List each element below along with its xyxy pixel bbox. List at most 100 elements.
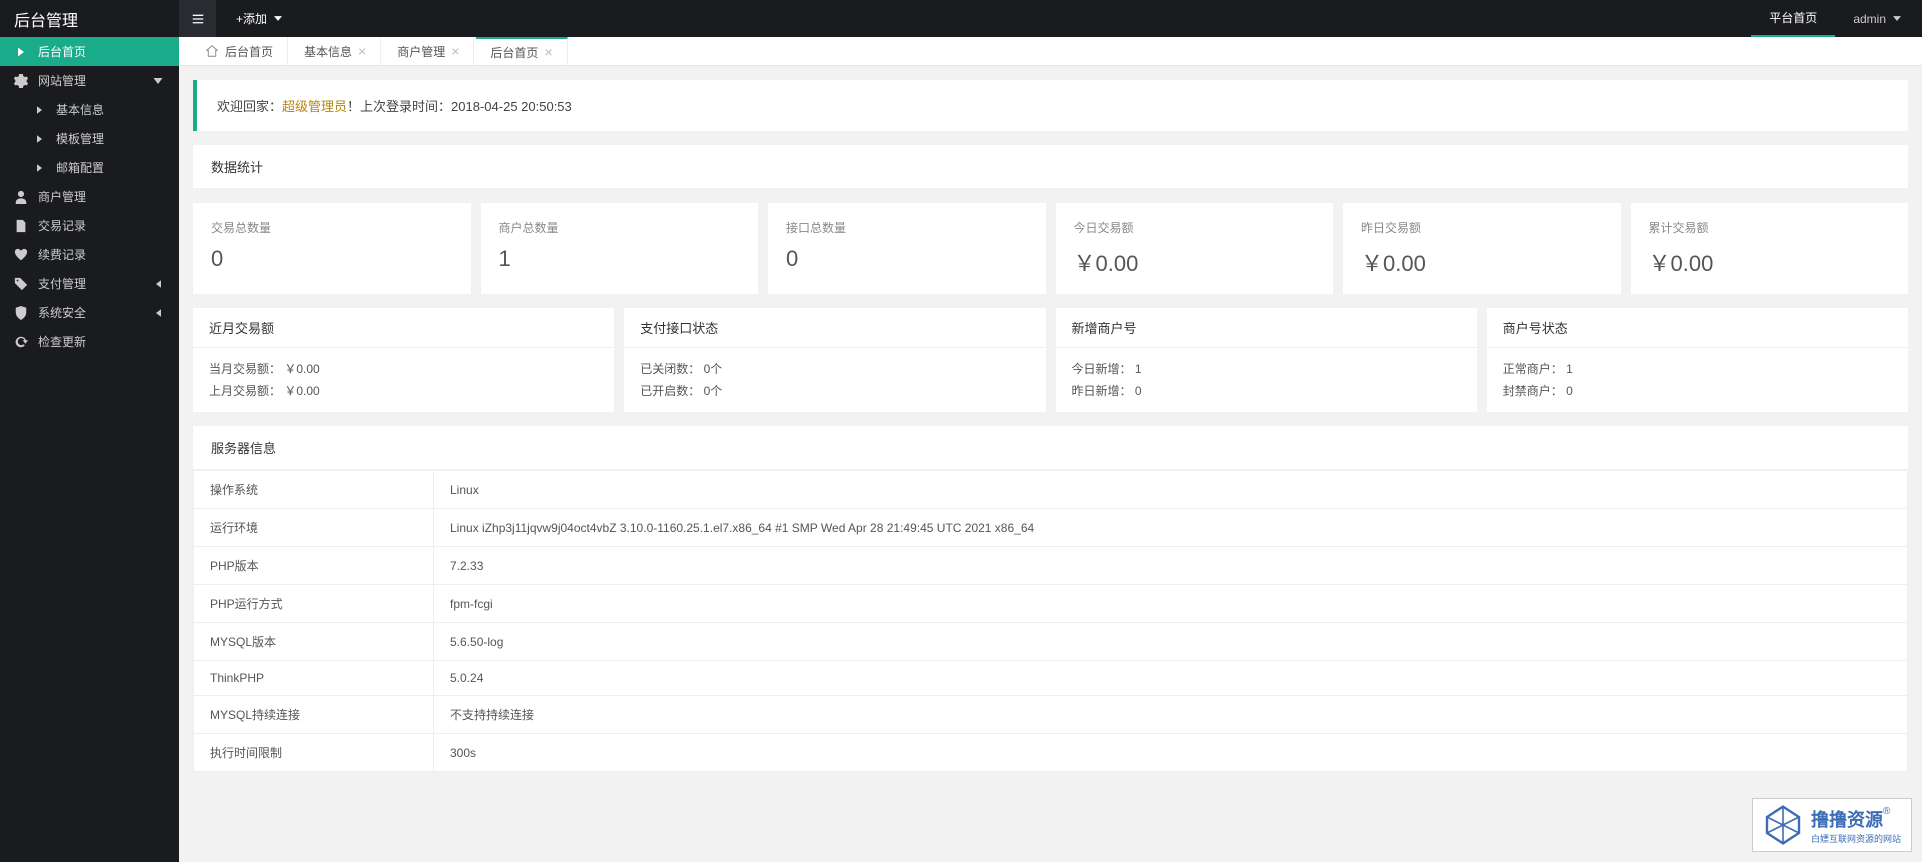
refresh-icon — [14, 335, 28, 349]
tab-basic[interactable]: 基本信息 × — [290, 37, 381, 65]
info-line: 正常商户： 1 — [1503, 358, 1892, 380]
sidebar-item-label: 检查更新 — [38, 333, 86, 350]
sidebar-item-label: 基本信息 — [56, 101, 104, 118]
stat-api-count: 接口总数量 0 — [768, 203, 1046, 294]
home-icon — [205, 44, 219, 58]
hamburger-icon — [191, 12, 205, 26]
tab-home[interactable]: 后台首页 — [191, 37, 288, 65]
server-value: Linux — [434, 471, 1908, 509]
gear-icon — [14, 74, 28, 88]
sidebar-item-security[interactable]: 系统安全 — [0, 298, 179, 327]
sidebar-item-renewal[interactable]: 续费记录 — [0, 240, 179, 269]
sidebar-item-label: 系统安全 — [38, 304, 86, 321]
sidebar-item-template[interactable]: 模板管理 — [18, 124, 179, 153]
caret-down-icon — [271, 12, 285, 26]
sidebar-item-label: 后台首页 — [38, 43, 86, 60]
info-api-status: 支付接口状态 已关闭数： 0个 已开启数： 0个 — [624, 308, 1045, 412]
sidebar-item-label: 支付管理 — [38, 275, 86, 292]
stat-yesterday-amount: 昨日交易额 ￥0.00 — [1343, 203, 1621, 294]
tab-label: 基本信息 — [304, 43, 352, 60]
stat-value: 1 — [499, 246, 741, 272]
welcome-prefix: 欢迎回家： — [217, 99, 282, 114]
sidebar-item-transaction[interactable]: 交易记录 — [0, 211, 179, 240]
stat-value: ￥0.00 — [1074, 246, 1316, 278]
server-key: PHP版本 — [194, 547, 434, 585]
stat-label: 累计交易额 — [1649, 219, 1891, 236]
page: 欢迎回家：超级管理员！上次登录时间：2018-04-25 20:50:53 数据… — [179, 66, 1922, 800]
stat-merchant-count: 商户总数量 1 — [481, 203, 759, 294]
server-header: 服务器信息 — [193, 426, 1908, 470]
stat-value: 0 — [211, 246, 453, 272]
sidebar-item-home[interactable]: 后台首页 — [0, 37, 179, 66]
info-monthly: 近月交易额 当月交易额： ￥0.00 上月交易额： ￥0.00 — [193, 308, 614, 412]
welcome-suffix: ！上次登录时间： — [347, 99, 451, 114]
table-row: MYSQL持续连接不支持持续连接 — [194, 696, 1908, 734]
tab-home-2[interactable]: 后台首页 × — [476, 37, 567, 65]
sidebar-item-update[interactable]: 检查更新 — [0, 327, 179, 356]
user-icon — [14, 190, 28, 204]
sidebar-item-merchant[interactable]: 商户管理 — [0, 182, 179, 211]
sidebar-item-label: 商户管理 — [38, 188, 86, 205]
sidebar-item-site[interactable]: 网站管理 — [0, 66, 179, 95]
server-key: 操作系统 — [194, 471, 434, 509]
stat-value: 0 — [786, 246, 1028, 272]
caret-down-icon — [1890, 12, 1904, 26]
server-key: MYSQL持续连接 — [194, 696, 434, 734]
layout: 后台首页 网站管理 基本信息 模板管理 邮箱配置 — [0, 37, 1922, 862]
info-line: 已关闭数： 0个 — [640, 358, 1029, 380]
server-value: 不支持持续连接 — [434, 696, 1908, 734]
chevron-left-icon — [151, 306, 165, 320]
tag-icon — [14, 277, 28, 291]
chevron-right-icon — [32, 161, 46, 175]
platform-home-link[interactable]: 平台首页 — [1751, 0, 1835, 37]
sidebar-item-payment[interactable]: 支付管理 — [0, 269, 179, 298]
sidebar-item-label: 交易记录 — [38, 217, 86, 234]
server-table: 操作系统Linux运行环境Linux iZhp3j11jqvw9j04oct4v… — [193, 470, 1908, 772]
info-line: 今日新增： 1 — [1072, 358, 1461, 380]
sidebar-item-basic[interactable]: 基本信息 — [18, 95, 179, 124]
server-key: MYSQL版本 — [194, 623, 434, 661]
server-info-card: 服务器信息 操作系统Linux运行环境Linux iZhp3j11jqvw9j0… — [193, 426, 1908, 772]
stat-today-amount: 今日交易额 ￥0.00 — [1056, 203, 1334, 294]
close-icon[interactable]: × — [544, 44, 552, 60]
table-row: MYSQL版本5.6.50-log — [194, 623, 1908, 661]
info-card-title: 近月交易额 — [193, 308, 614, 348]
server-key: 执行时间限制 — [194, 734, 434, 772]
watermark-reg: ® — [1883, 806, 1890, 817]
sidebar: 后台首页 网站管理 基本信息 模板管理 邮箱配置 — [0, 37, 179, 862]
sidebar-item-label: 模板管理 — [56, 130, 104, 147]
server-key: 运行环境 — [194, 509, 434, 547]
topbar: 后台管理 +添加 平台首页 admin — [0, 0, 1922, 37]
tab-merchant[interactable]: 商户管理 × — [383, 37, 474, 65]
tab-label: 商户管理 — [397, 43, 445, 60]
watermark-sub: 白嫖互联网资源的网站 — [1811, 832, 1901, 845]
info-line: 昨日新增： 0 — [1072, 380, 1461, 402]
menu-toggle-button[interactable] — [179, 0, 216, 37]
stat-value: ￥0.00 — [1361, 246, 1603, 278]
heart-icon — [14, 248, 28, 262]
info-card-body: 正常商户： 1 封禁商户： 0 — [1487, 348, 1908, 412]
close-icon[interactable]: × — [451, 43, 459, 59]
info-card-body: 当月交易额： ￥0.00 上月交易额： ￥0.00 — [193, 348, 614, 412]
stats-header: 数据统计 — [193, 145, 1908, 189]
user-dropdown[interactable]: admin — [1835, 0, 1922, 37]
server-value: 5.6.50-log — [434, 623, 1908, 661]
table-row: 操作系统Linux — [194, 471, 1908, 509]
info-card-body: 已关闭数： 0个 已开启数： 0个 — [624, 348, 1045, 412]
stat-label: 商户总数量 — [499, 219, 741, 236]
sidebar-sub-site: 基本信息 模板管理 邮箱配置 — [0, 95, 179, 182]
sidebar-item-email[interactable]: 邮箱配置 — [18, 153, 179, 182]
stat-label: 接口总数量 — [786, 219, 1028, 236]
stats-row: 交易总数量 0 商户总数量 1 接口总数量 0 今日交易额 ￥0.00 昨日交易… — [193, 203, 1908, 294]
welcome-time: 2018-04-25 20:50:53 — [451, 99, 572, 114]
stat-label: 交易总数量 — [211, 219, 453, 236]
info-card-title: 商户号状态 — [1487, 308, 1908, 348]
server-key: ThinkPHP — [194, 661, 434, 696]
close-icon[interactable]: × — [358, 43, 366, 59]
table-row: ThinkPHP5.0.24 — [194, 661, 1908, 696]
user-label: admin — [1853, 12, 1886, 26]
table-row: PHP版本7.2.33 — [194, 547, 1908, 585]
stat-transaction-count: 交易总数量 0 — [193, 203, 471, 294]
add-dropdown[interactable]: +添加 — [216, 10, 305, 27]
table-row: PHP运行方式fpm-fcgi — [194, 585, 1908, 623]
